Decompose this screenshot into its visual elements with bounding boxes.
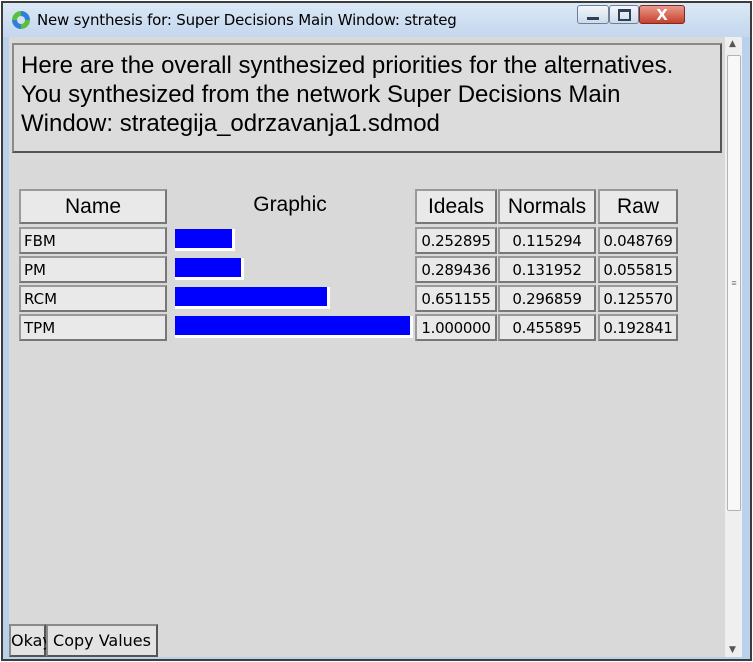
scroll-thumb[interactable]: ≡ [727, 55, 741, 511]
app-icon [12, 11, 30, 29]
synthesis-message: Here are the overall synthesized priorit… [12, 43, 722, 153]
priority-bar [175, 229, 235, 251]
header-raw: Raw [598, 189, 678, 224]
priority-bar-cell [175, 285, 417, 312]
raw-value: 0.125570 [598, 285, 678, 312]
maximize-button[interactable] [609, 5, 639, 24]
window-title: New synthesis for: Super Decisions Main … [37, 11, 457, 29]
synthesis-window: New synthesis for: Super Decisions Main … [1, 1, 752, 661]
minimize-button[interactable] [577, 5, 609, 24]
priority-bar-cell [175, 314, 417, 341]
normal-value: 0.131952 [498, 256, 596, 283]
row-name: FBM [19, 227, 167, 254]
scroll-down-icon[interactable]: ▼ [729, 645, 736, 655]
normal-value: 0.115294 [498, 227, 596, 254]
priority-bar-cell [175, 256, 417, 283]
okay-button[interactable]: Okay [9, 624, 52, 657]
scroll-up-icon[interactable]: ▲ [729, 39, 736, 49]
header-normals: Normals [498, 189, 596, 224]
ideal-value: 0.651155 [415, 285, 497, 312]
vertical-scrollbar[interactable]: ▲ ≡ ▼ [724, 37, 742, 657]
priority-bar [175, 316, 413, 338]
client-area: Here are the overall synthesized priorit… [9, 37, 742, 657]
row-name: TPM [19, 314, 167, 341]
header-graphic: Graphic [253, 193, 327, 216]
raw-value: 0.192841 [598, 314, 678, 341]
raw-value: 0.048769 [598, 227, 678, 254]
row-name: PM [19, 256, 167, 283]
normal-value: 0.296859 [498, 285, 596, 312]
ideal-value: 0.252895 [415, 227, 497, 254]
minimize-icon [587, 16, 599, 20]
close-icon: X [656, 5, 668, 24]
priority-bar-cell [175, 227, 417, 254]
raw-value: 0.055815 [598, 256, 678, 283]
title-bar[interactable]: New synthesis for: Super Decisions Main … [3, 3, 750, 37]
ideal-value: 1.000000 [415, 314, 497, 341]
ideal-value: 0.289436 [415, 256, 497, 283]
header-name: Name [19, 189, 167, 224]
header-ideals: Ideals [415, 189, 497, 224]
close-button[interactable]: X [639, 5, 685, 24]
maximize-icon [617, 8, 631, 21]
priority-bar [175, 287, 330, 309]
priority-bar [175, 258, 244, 280]
normal-value: 0.455895 [498, 314, 596, 341]
copy-values-button[interactable]: Copy Values [46, 624, 158, 657]
row-name: RCM [19, 285, 167, 312]
